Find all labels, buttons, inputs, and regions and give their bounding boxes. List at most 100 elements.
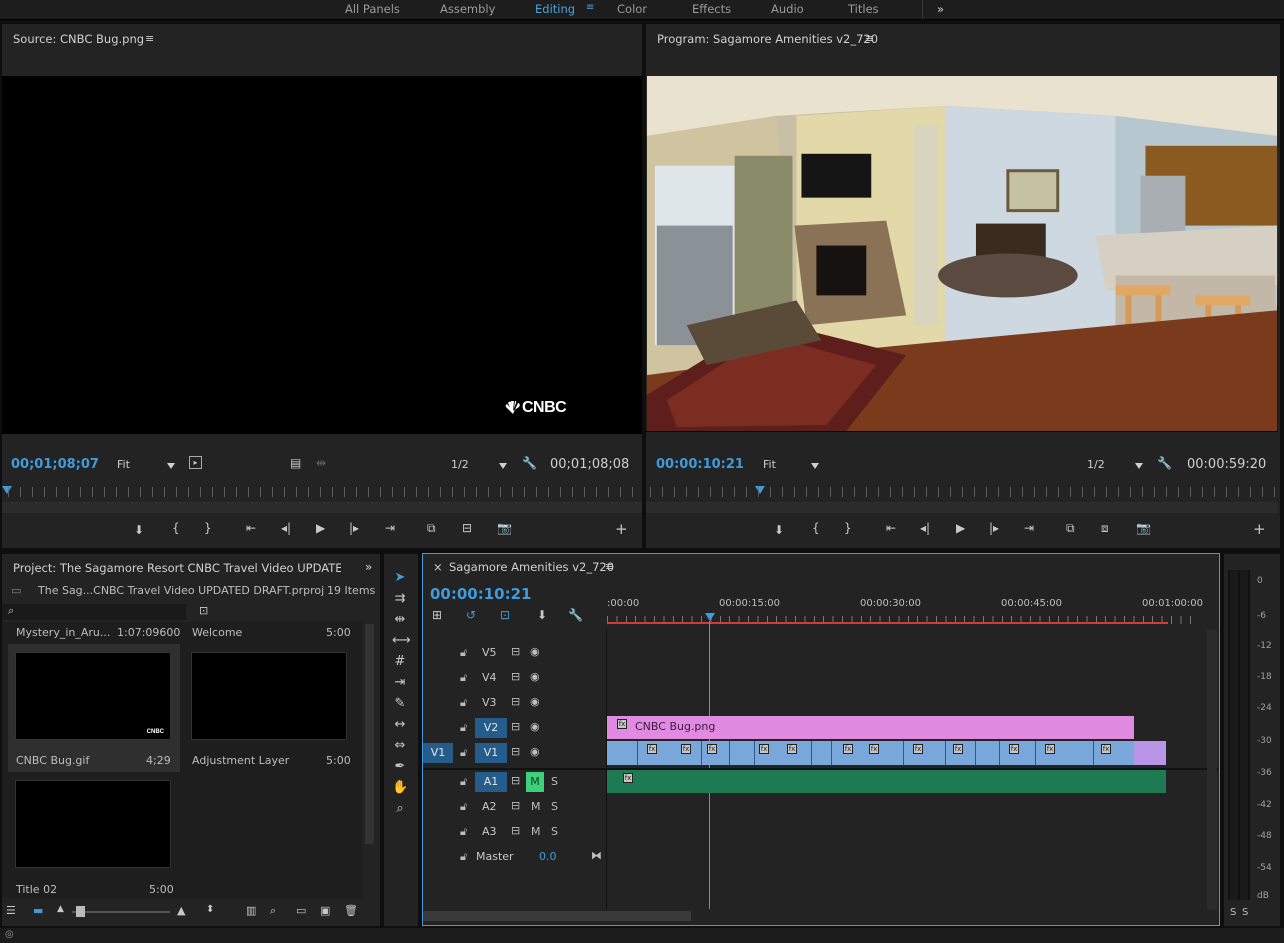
source-settings-icon[interactable]: ▸ (189, 456, 202, 469)
new-item-icon[interactable]: ▣ (320, 904, 330, 917)
zoom-slider-handle[interactable] (76, 906, 85, 917)
sync-lock-icon[interactable]: ⊟ (511, 645, 520, 658)
zoom-in-icon[interactable]: ▲ (177, 904, 185, 917)
lock-icon[interactable]: 🔓︎ (460, 746, 467, 760)
lock-icon[interactable]: 🔓︎ (460, 775, 467, 789)
track-target-a1[interactable]: A1 (475, 772, 507, 792)
nest-toggle-icon[interactable]: ⊞ (432, 608, 442, 622)
program-mark-in-icon[interactable]: { (812, 521, 820, 535)
master-volume-value[interactable]: 0.0 (539, 850, 557, 863)
meter-solo-left[interactable]: S (1230, 907, 1236, 918)
clip-a1-audio[interactable]: fx (607, 770, 1166, 793)
program-menu-icon[interactable]: ≡ (865, 32, 874, 45)
timeline-vertical-scrollbar[interactable] (1207, 630, 1217, 910)
rolling-edit-tool-icon[interactable]: ⟷ (392, 633, 411, 649)
zoom-tool-icon[interactable]: ⌕ (392, 801, 408, 817)
program-playhead-timecode[interactable]: 00:00:10:21 (656, 457, 744, 472)
icon-view-icon[interactable]: ▬ (33, 904, 43, 917)
track-target-v2[interactable]: V2 (475, 718, 507, 738)
workspace-effects[interactable]: Effects (692, 2, 731, 16)
project-thumbnail[interactable] (15, 780, 171, 868)
timeline-close-icon[interactable]: × (433, 560, 443, 574)
clip-cnbc-bug[interactable]: fx CNBC Bug.png (607, 716, 1134, 739)
linked-selection-icon[interactable]: ⊡ (500, 608, 510, 622)
timeline-sequence-tab[interactable]: Sagamore Amenities v2_720 (449, 560, 614, 574)
program-fit-dropdown[interactable]: Fit (763, 458, 819, 475)
source-title[interactable]: Source: CNBC Bug.png (13, 32, 144, 46)
project-expand-icon[interactable]: » (365, 560, 372, 574)
lock-icon[interactable]: 🔓︎ (460, 825, 467, 839)
program-wrench-icon[interactable]: 🔧 (1157, 456, 1172, 470)
sync-lock-icon[interactable]: ⊟ (511, 720, 520, 733)
program-title[interactable]: Program: Sagamore Amenities v2_720 (657, 32, 878, 46)
sync-lock-icon[interactable]: ⊟ (511, 774, 520, 787)
project-title[interactable]: Project: The Sagamore Resort CNBC Travel… (13, 561, 341, 575)
mute-button[interactable]: M (526, 772, 544, 792)
source-fit-dropdown[interactable]: Fit (117, 458, 175, 475)
clip-v1-end[interactable] (1134, 741, 1166, 765)
lock-icon[interactable]: 🔓︎ (460, 696, 467, 710)
project-item-name[interactable]: Mystery_in_Aru... (16, 626, 110, 639)
source-add-button-icon[interactable]: + (615, 520, 628, 538)
eye-icon[interactable]: ◉ (530, 745, 540, 758)
sync-lock-icon[interactable]: ⊟ (511, 695, 520, 708)
add-marker-icon[interactable]: ⬇ (134, 523, 144, 537)
add-marker-timeline-icon[interactable]: ⬇ (537, 608, 547, 622)
source-menu-icon[interactable]: ≡ (145, 32, 154, 45)
snap-icon[interactable]: ↺ (466, 608, 476, 622)
workspace-assembly[interactable]: Assembly (440, 2, 495, 16)
step-forward-icon[interactable]: |▸ (349, 521, 359, 535)
program-mark-out-icon[interactable]: } (844, 521, 852, 535)
project-thumbnail[interactable] (191, 652, 347, 740)
lock-icon[interactable]: 🔓︎ (460, 646, 467, 660)
timeline-settings-icon[interactable]: 🔧 (568, 608, 583, 622)
project-item-name[interactable]: Adjustment Layer (192, 754, 289, 767)
sort-icon[interactable]: ⬍ (206, 904, 214, 915)
timeline-menu-icon[interactable]: ≡ (605, 560, 614, 573)
razor-tool-icon[interactable]: ✎ (392, 696, 408, 712)
program-viewer[interactable] (646, 76, 1278, 432)
timeline-ruler[interactable]: :00:00 00:00:15:00 00:00:30:00 00:00:45:… (607, 594, 1205, 628)
program-time-ruler[interactable] (650, 487, 1276, 497)
drag-audio-icon[interactable]: ⇹ (316, 456, 326, 470)
program-step-forward-icon[interactable]: |▸ (989, 521, 999, 535)
export-frame-icon[interactable]: 📷 (497, 521, 512, 535)
source-wrench-icon[interactable]: 🔧 (522, 456, 537, 470)
eye-icon[interactable]: ◉ (530, 695, 540, 708)
extract-icon[interactable]: ⧈ (1101, 521, 1109, 536)
automate-icon[interactable]: ▥ (246, 904, 256, 917)
meter-solo-right[interactable]: S (1242, 907, 1248, 918)
track-target-v1[interactable]: V1 (475, 743, 507, 763)
mute-button[interactable]: M (531, 800, 541, 813)
workspace-all-panels[interactable]: All Panels (345, 2, 400, 16)
slip-tool-icon[interactable]: ↔ (392, 717, 408, 733)
lock-icon[interactable]: 🔓︎ (460, 721, 467, 735)
status-render-icon[interactable]: ◎ (5, 929, 14, 940)
source-patch-v1[interactable]: V1 (423, 743, 453, 763)
program-add-marker-icon[interactable]: ⬇ (774, 523, 784, 537)
program-add-button-icon[interactable]: + (1253, 520, 1266, 538)
project-search-input[interactable] (2, 604, 186, 620)
clip-v1-video[interactable]: fx fx fx fx fx fx fx fx fx fx fx fx (607, 741, 1134, 765)
source-time-ruler[interactable] (8, 487, 638, 497)
workspace-editing-menu-icon[interactable]: ≡ (586, 2, 594, 13)
razor-split-tool-icon[interactable]: ⇥ (392, 675, 408, 691)
lock-icon[interactable]: 🔓︎ (460, 850, 467, 864)
workspace-titles[interactable]: Titles (848, 2, 879, 16)
find-icon[interactable]: ⌕ (270, 904, 276, 918)
pen-tool-icon[interactable]: ✒ (392, 759, 408, 775)
selection-tool-icon[interactable]: ➤ (392, 570, 408, 586)
sync-lock-icon[interactable]: ⊟ (511, 745, 520, 758)
mute-button[interactable]: M (531, 825, 541, 838)
program-go-to-in-icon[interactable]: ⇤ (886, 521, 896, 535)
workspace-audio[interactable]: Audio (771, 2, 804, 16)
timeline-horizontal-scrollbar[interactable] (423, 911, 691, 921)
program-zoom-scrollbar[interactable] (646, 502, 1278, 513)
program-go-to-out-icon[interactable]: ⇥ (1024, 521, 1034, 535)
program-step-back-icon[interactable]: ◂| (920, 521, 930, 535)
sync-lock-icon[interactable]: ⊟ (511, 799, 520, 812)
sync-lock-icon[interactable]: ⊟ (511, 670, 520, 683)
timeline-timecode[interactable]: 00:00:10:21 (430, 585, 532, 603)
play-icon[interactable]: ▶ (316, 521, 325, 535)
zoom-slider[interactable] (72, 911, 170, 913)
